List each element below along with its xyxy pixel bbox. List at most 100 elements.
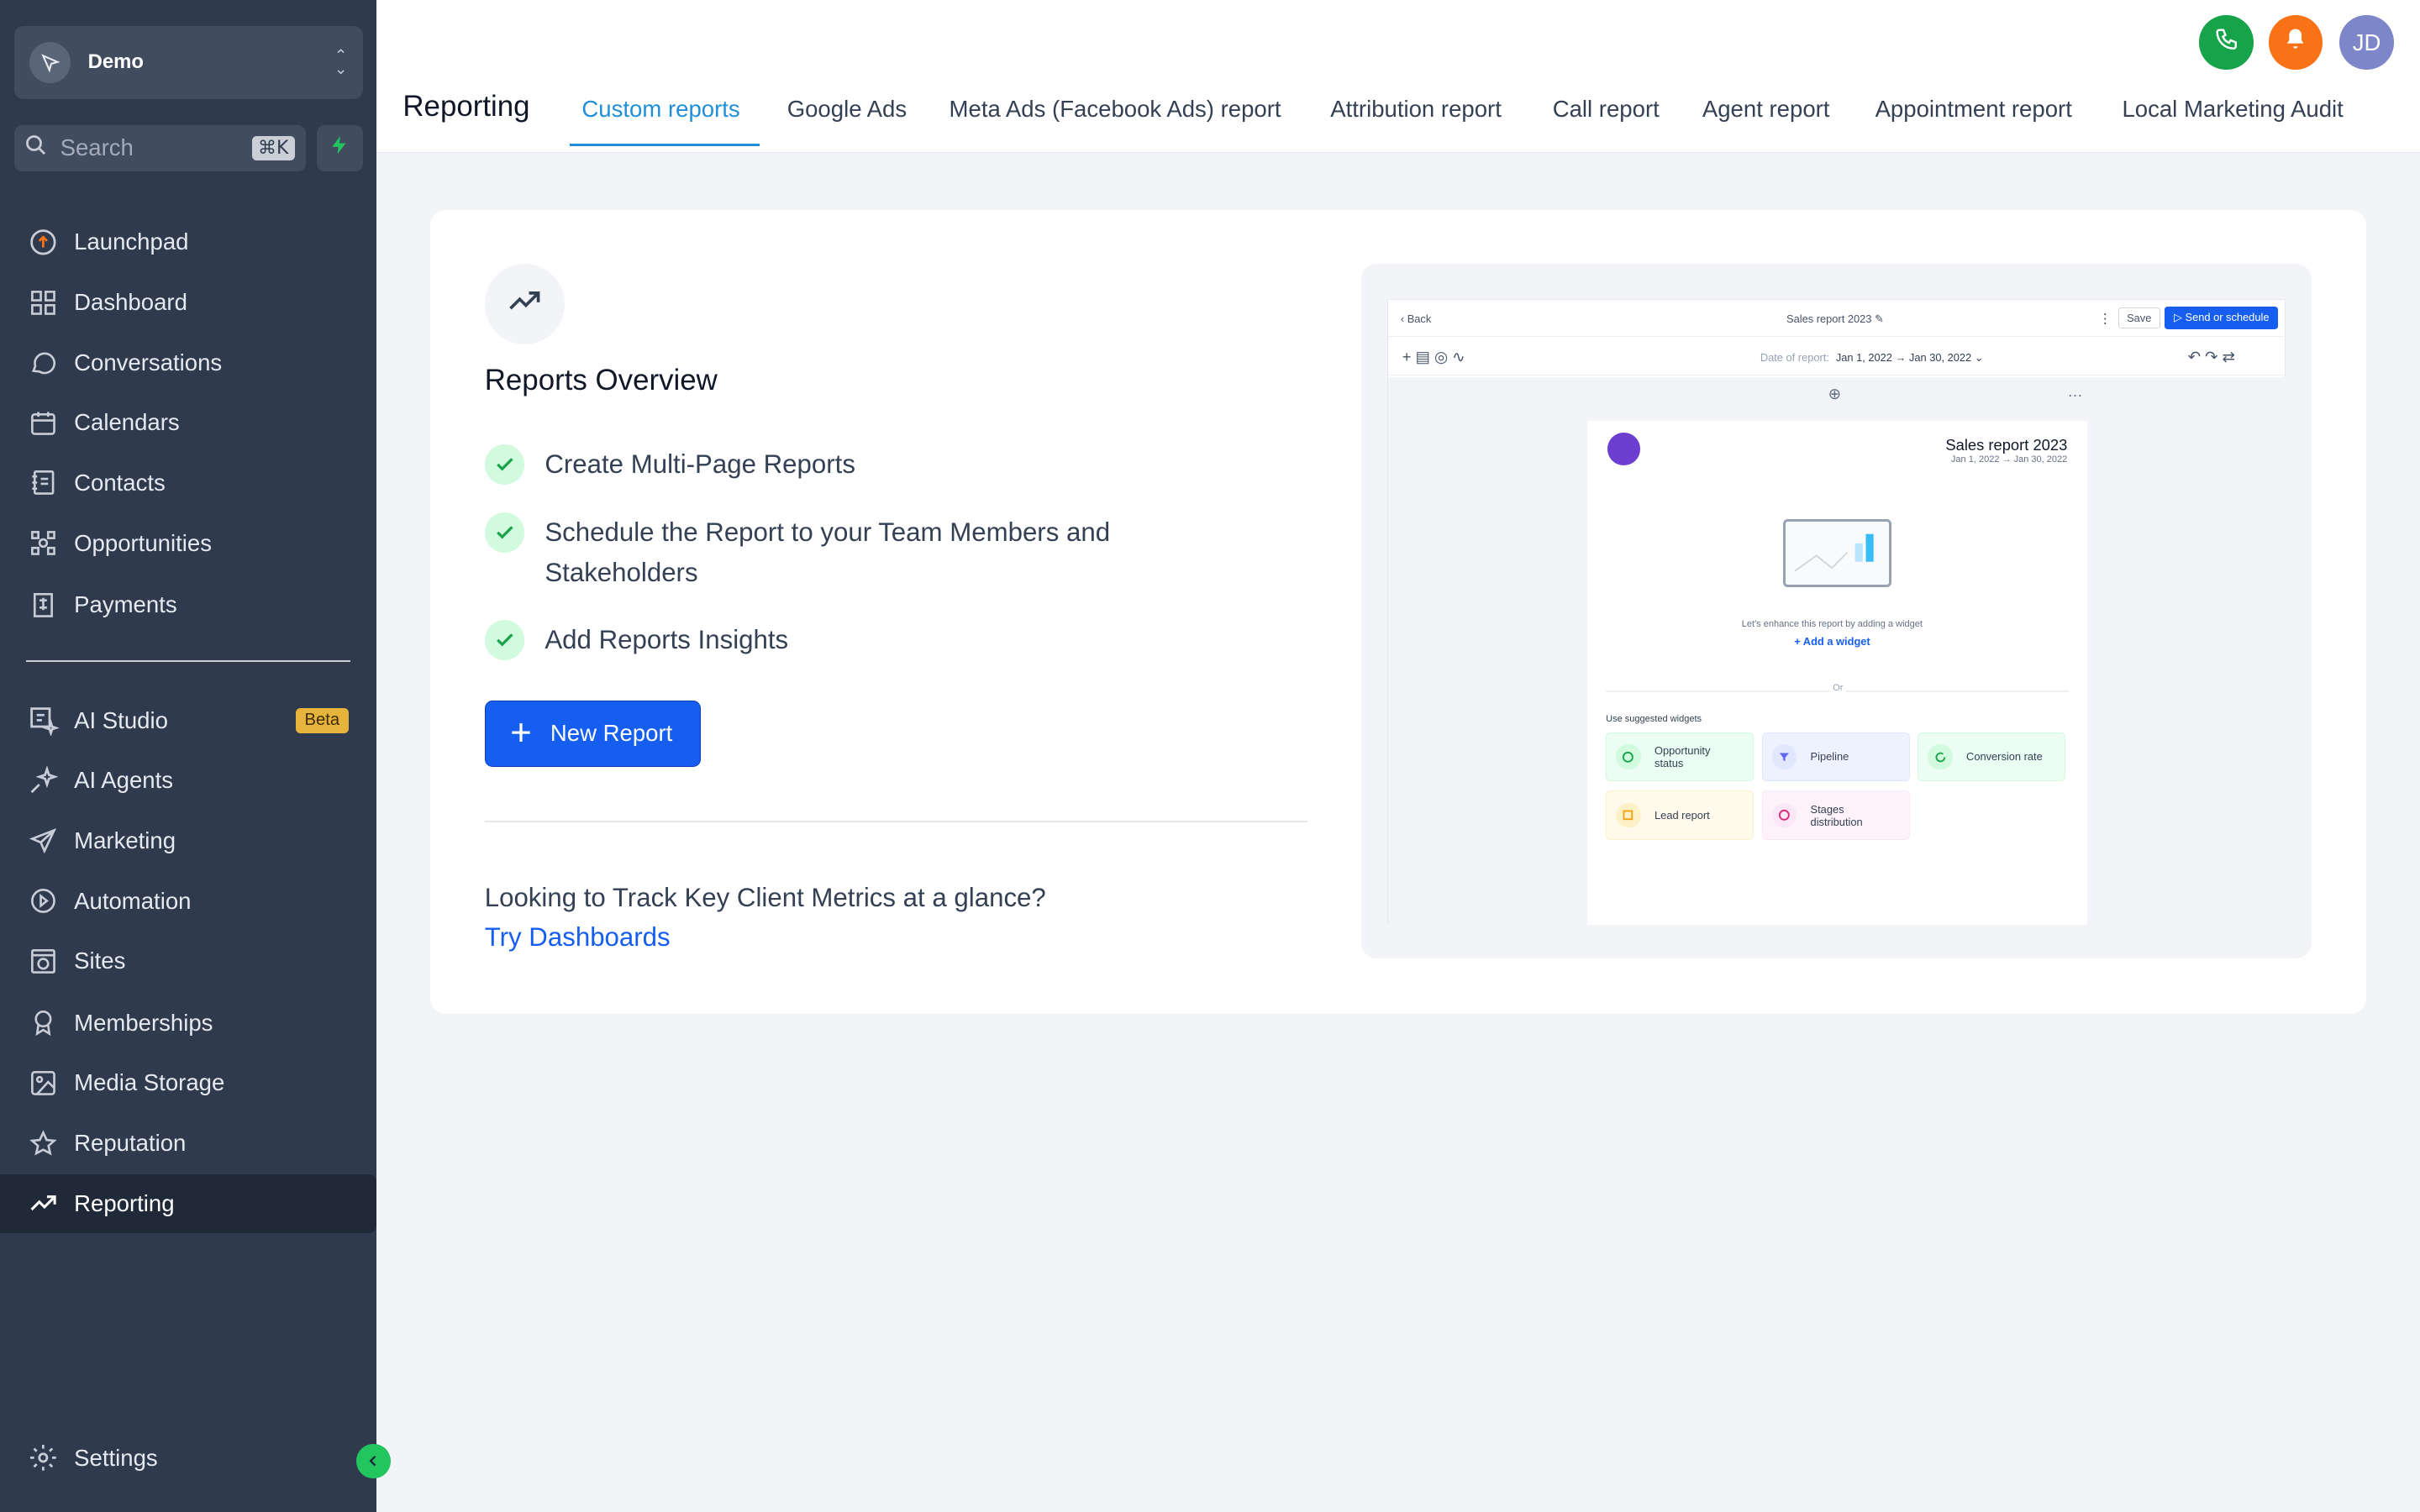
tab-custom-reports[interactable]: Custom reports xyxy=(581,96,739,123)
track-metrics-question: Looking to Track Key Client Metrics at a… xyxy=(484,882,1046,912)
feature-item: Schedule the Report to your Team Members… xyxy=(484,512,1210,593)
page-title: Reporting xyxy=(402,89,530,123)
sparkle-icon xyxy=(28,765,59,796)
sidebar-item-label: Automation xyxy=(74,887,192,914)
sidebar-item-reputation[interactable]: Reputation xyxy=(0,1114,376,1173)
lead-icon xyxy=(1616,803,1641,828)
check-icon xyxy=(484,620,525,661)
trend-up-icon xyxy=(28,1188,59,1219)
star-icon xyxy=(28,1128,59,1159)
preview-or: Or xyxy=(1829,682,1847,693)
play-circle-icon xyxy=(28,885,59,916)
tab-agent-report[interactable]: Agent report xyxy=(1702,96,1830,123)
refresh-icon xyxy=(1928,744,1953,769)
calendar-icon xyxy=(28,407,59,438)
sidebar-item-opportunities[interactable]: Opportunities xyxy=(0,514,376,573)
feature-item: Create Multi-Page Reports xyxy=(484,444,855,485)
more-vertical-icon: ⋮ xyxy=(2098,311,2112,328)
chat-bubble-icon xyxy=(28,347,59,378)
widget-stages-distribution: Stages distribution xyxy=(1761,790,1910,841)
opportunities-icon xyxy=(28,528,59,559)
preview-frame: ‹ Back Sales report 2023 ✎ ⋮ Save ▷ Send… xyxy=(1387,299,2287,926)
sidebar-item-calendars[interactable]: Calendars xyxy=(0,393,376,452)
bell-icon xyxy=(2283,27,2307,57)
cursor-icon xyxy=(29,41,71,84)
tab-attribution-report[interactable]: Attribution report xyxy=(1330,96,1502,123)
preview-toolbar: + ▤ ◎ ∿ Date of report: Jan 1, 2022 → Ja… xyxy=(1388,339,2287,376)
preview-toolbar-icons: + ▤ ◎ ∿ xyxy=(1402,348,1465,366)
sidebar-item-dashboard[interactable]: Dashboard xyxy=(0,273,376,332)
sidebar-item-label: Opportunities xyxy=(74,529,212,556)
sidebar-item-label: Settings xyxy=(74,1444,158,1471)
tab-call-report[interactable]: Call report xyxy=(1553,96,1660,123)
search-input[interactable] xyxy=(60,134,252,162)
sidebar-item-reporting[interactable]: Reporting xyxy=(0,1173,377,1233)
sidebar-item-conversations[interactable]: Conversations xyxy=(0,333,376,392)
plus-icon: + xyxy=(510,711,532,753)
sidebar-item-launchpad[interactable]: Launchpad xyxy=(0,213,376,271)
chevron-left-icon xyxy=(366,1446,381,1475)
try-dashboards-link[interactable]: Try Dashboards xyxy=(485,922,671,953)
sidebar-item-label: Dashboard xyxy=(74,288,187,315)
beta-badge: Beta xyxy=(295,707,350,733)
sidebar-item-label: Marketing xyxy=(74,827,176,853)
sidebar-item-marketing[interactable]: Marketing xyxy=(0,811,376,870)
preview-header-bar: ‹ Back Sales report 2023 ✎ ⋮ Save ▷ Send… xyxy=(1388,300,2287,338)
tab-appointment-report[interactable]: Appointment report xyxy=(1876,96,2072,123)
chevron-updown-icon: ⌃ ⌄ xyxy=(334,45,348,78)
preview-suggested-label: Use suggested widgets xyxy=(1606,713,1702,724)
feature-text: Add Reports Insights xyxy=(544,625,789,655)
sidebar-divider xyxy=(26,660,350,662)
account-name: Demo xyxy=(87,50,144,74)
lightning-icon xyxy=(329,133,350,164)
avatar[interactable]: JD xyxy=(2339,15,2394,70)
preview-send: ▷ Send or schedule xyxy=(2165,306,2279,329)
reports-overview-card: Reports Overview Create Multi-Page Repor… xyxy=(430,209,2366,1014)
tab-local-marketing-audit[interactable]: Local Marketing Audit xyxy=(2122,96,2343,123)
sidebar-item-settings[interactable]: Settings xyxy=(0,1429,376,1488)
tab-meta-ads[interactable]: Meta Ads (Facebook Ads) report xyxy=(950,96,1281,123)
image-icon xyxy=(28,1068,59,1099)
sidebar-item-ai-studio[interactable]: AI Studio Beta xyxy=(0,691,376,750)
overview-title: Reports Overview xyxy=(484,364,718,397)
feature-item: Add Reports Insights xyxy=(484,620,789,661)
preview-date-range: Jan 1, 2022 → Jan 30, 2022 ⌄ xyxy=(1835,350,1984,364)
quick-action-button[interactable] xyxy=(316,124,363,171)
sidebar-item-label: Contacts xyxy=(74,469,166,496)
sidebar-item-sites[interactable]: Sites xyxy=(0,932,376,990)
phone-button[interactable] xyxy=(2199,15,2254,70)
account-switcher[interactable]: Demo ⌃ ⌄ xyxy=(13,26,363,99)
preview-page-dates: Jan 1, 2022 → Jan 30, 2022 xyxy=(1950,454,2068,465)
sidebar-item-label: Media Storage xyxy=(74,1069,225,1096)
sidebar-item-memberships[interactable]: Memberships xyxy=(0,994,376,1053)
preview-date-label: Date of report: xyxy=(1760,350,1829,364)
preview-back: ‹ Back xyxy=(1400,312,1432,325)
collapse-sidebar-button[interactable] xyxy=(356,1444,391,1478)
check-icon xyxy=(484,512,525,553)
new-report-button[interactable]: + New Report xyxy=(484,700,701,767)
sidebar-item-contacts[interactable]: Contacts xyxy=(0,454,376,512)
search-box[interactable]: ⌘K xyxy=(13,124,306,171)
badge-icon xyxy=(28,1007,59,1038)
sidebar-item-label: Launchpad xyxy=(74,228,189,255)
new-report-label: New Report xyxy=(550,720,673,747)
pie-icon xyxy=(1616,744,1641,769)
funnel-icon xyxy=(1771,744,1797,769)
tab-google-ads[interactable]: Google Ads xyxy=(787,96,907,123)
notifications-button[interactable] xyxy=(2268,15,2323,70)
contacts-icon xyxy=(28,468,59,499)
card-divider xyxy=(484,821,1307,822)
check-icon xyxy=(484,444,525,485)
preview-report-name: Sales report 2023 ✎ xyxy=(1786,312,1884,325)
active-tab-indicator xyxy=(569,143,760,147)
overview-icon-circle xyxy=(484,264,566,344)
sidebar-item-media-storage[interactable]: Media Storage xyxy=(0,1053,376,1112)
sidebar-item-label: AI Agents xyxy=(74,767,174,794)
top-bar: Reporting Custom reports Google Ads Meta… xyxy=(376,0,2420,153)
sidebar-item-automation[interactable]: Automation xyxy=(0,872,376,931)
sidebar-item-payments[interactable]: Payments xyxy=(0,575,376,634)
sidebar-item-label: Memberships xyxy=(74,1009,213,1036)
stages-icon xyxy=(1771,803,1797,828)
dashboard-icon xyxy=(28,287,59,318)
sidebar-item-ai-agents[interactable]: AI Agents xyxy=(0,751,376,810)
